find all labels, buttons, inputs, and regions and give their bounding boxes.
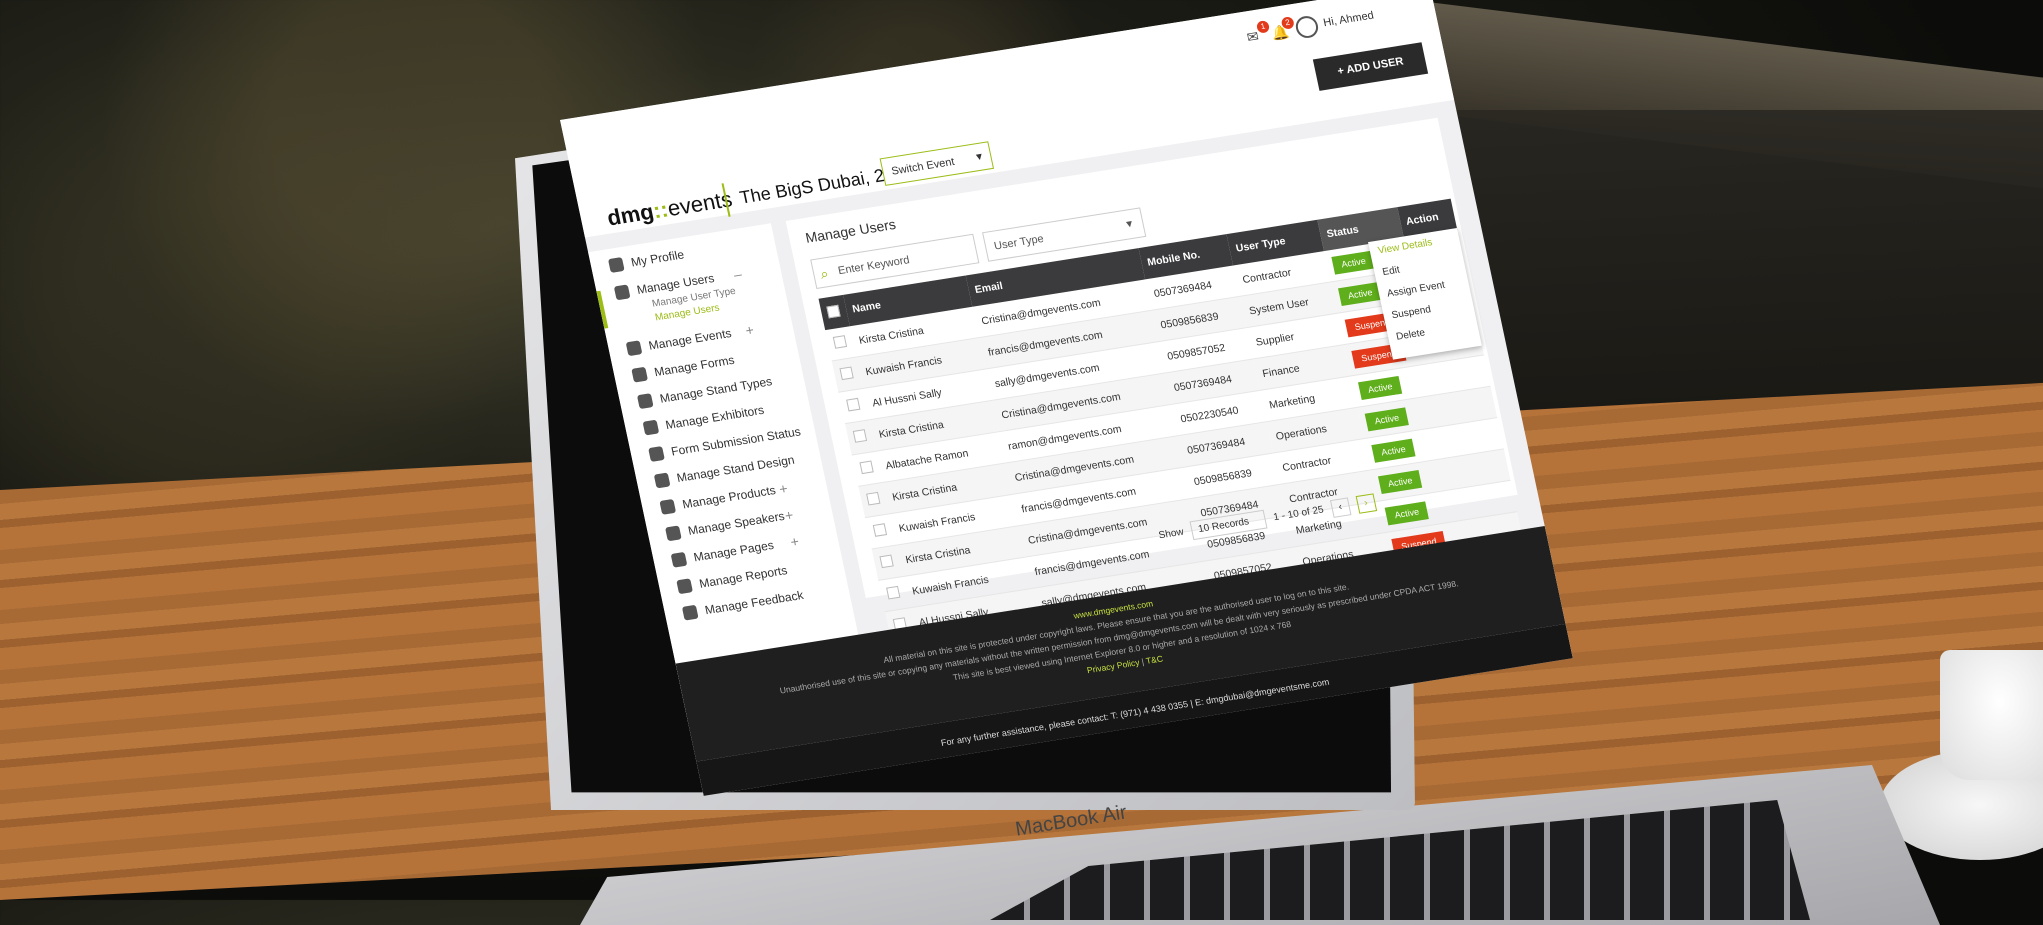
- product-icon: [659, 498, 677, 515]
- coffee-cup: [1940, 650, 2043, 780]
- exhibitor-icon: [642, 419, 660, 436]
- chevron-down-icon: ▼: [973, 151, 986, 164]
- logo[interactable]: dmg::events: [605, 186, 735, 231]
- checkbox[interactable]: [879, 554, 894, 569]
- sidebar-item-profile[interactable]: My Profile: [607, 247, 686, 273]
- user-icon: [607, 257, 625, 273]
- sidebar-item-label: Manage Speakers: [686, 508, 786, 538]
- checkbox[interactable]: [839, 366, 854, 381]
- expand-icon: +: [788, 533, 801, 550]
- speaker-icon: [665, 525, 682, 542]
- status-badge[interactable]: Active: [1371, 438, 1416, 463]
- checkbox[interactable]: [852, 429, 868, 443]
- status-badge[interactable]: Active: [1384, 500, 1429, 525]
- search-icon: ⌕: [818, 265, 830, 282]
- sidebar-item-feedback[interactable]: Manage Feedback: [681, 587, 805, 621]
- sidebar-item-pages[interactable]: Manage Pages +: [670, 533, 800, 568]
- expand-icon: +: [743, 321, 756, 339]
- mail-badge: 1: [1255, 20, 1271, 34]
- sidebar-item-label: Manage Forms: [653, 352, 736, 380]
- status-badge[interactable]: Active: [1378, 469, 1422, 494]
- sidebar-item-products[interactable]: Manage Products +: [659, 480, 789, 515]
- search-placeholder: Enter Keyword: [836, 254, 911, 278]
- form-icon: [631, 366, 649, 383]
- app-screen: dmg::events The BigS Dubai, 2018 Switch …: [560, 0, 1573, 796]
- sidebar-item-exhibitors[interactable]: Manage Exhibitors: [642, 402, 766, 436]
- page-info: 1 - 10 of 25: [1272, 504, 1325, 524]
- sidebar-item-label: Manage Events: [647, 325, 733, 353]
- sidebar-item-events[interactable]: Manage Events +: [625, 321, 755, 357]
- sidebar-item-forms[interactable]: Manage Forms: [631, 352, 736, 383]
- sidebar-item-label: Manage Pages: [692, 537, 776, 565]
- status-badge[interactable]: Active: [1331, 250, 1376, 275]
- sidebar-item-label: My Profile: [629, 247, 686, 270]
- status-badge[interactable]: Active: [1338, 281, 1382, 306]
- checkbox[interactable]: [826, 304, 841, 318]
- manage-users-panel: Manage Users ⌕ Enter Keyword User Type ▼…: [785, 117, 1524, 644]
- page-icon: [670, 551, 688, 568]
- switch-event-label: Switch Event: [890, 155, 956, 178]
- status-badge[interactable]: Active: [1364, 406, 1409, 431]
- checkbox[interactable]: [872, 523, 888, 537]
- add-user-button[interactable]: + ADD USER: [1312, 42, 1429, 91]
- switch-event-select[interactable]: Switch Event ▼: [879, 141, 995, 186]
- sidebar-item-label: Manage Exhibitors: [664, 402, 766, 433]
- prev-page-button[interactable]: ‹: [1329, 496, 1352, 518]
- collapse-icon: –: [732, 265, 744, 283]
- page-title: Manage Users: [803, 215, 898, 246]
- add-user-label: ADD USER: [1345, 55, 1405, 77]
- bell-badge: 2: [1280, 16, 1295, 30]
- calendar-icon: [625, 340, 643, 357]
- stand-icon: [636, 393, 654, 410]
- show-label: Show: [1157, 526, 1185, 542]
- next-page-button[interactable]: ›: [1355, 492, 1377, 514]
- sidebar-item-label: Manage Stand Design: [675, 452, 796, 485]
- checkbox[interactable]: [886, 585, 901, 600]
- sidebar-item-label: Manage Products: [681, 482, 777, 512]
- report-icon: [676, 578, 693, 595]
- checkbox[interactable]: [832, 335, 848, 349]
- sidebar-item-reports[interactable]: Manage Reports: [676, 563, 789, 595]
- mail-icon[interactable]: ✉ 1: [1245, 20, 1271, 45]
- bell-icon[interactable]: 🔔 2: [1270, 16, 1295, 41]
- users-icon: [613, 284, 631, 301]
- sidebar-item-speakers[interactable]: Manage Speakers +: [665, 507, 795, 542]
- check-icon: [648, 446, 665, 462]
- logo-dmg: dmg: [604, 198, 656, 231]
- design-icon: [653, 472, 671, 489]
- sidebar-item-label: Manage Feedback: [703, 587, 805, 618]
- checkbox[interactable]: [866, 491, 881, 506]
- status-badge[interactable]: Active: [1358, 375, 1402, 400]
- chevron-down-icon: ▼: [1123, 218, 1136, 231]
- checkbox[interactable]: [846, 397, 861, 412]
- expand-icon: +: [777, 480, 790, 498]
- sidebar-item-label: Manage Reports: [697, 563, 789, 591]
- avatar[interactable]: [1293, 14, 1321, 40]
- feedback-icon: [681, 604, 699, 621]
- tc-link[interactable]: T&C: [1145, 653, 1164, 665]
- sidebar-item-label: Manage Stand Types: [658, 374, 774, 406]
- checkbox[interactable]: [859, 460, 874, 475]
- user-greeting[interactable]: Hi, Ahmed: [1322, 10, 1375, 30]
- user-type-label: User Type: [993, 232, 1045, 253]
